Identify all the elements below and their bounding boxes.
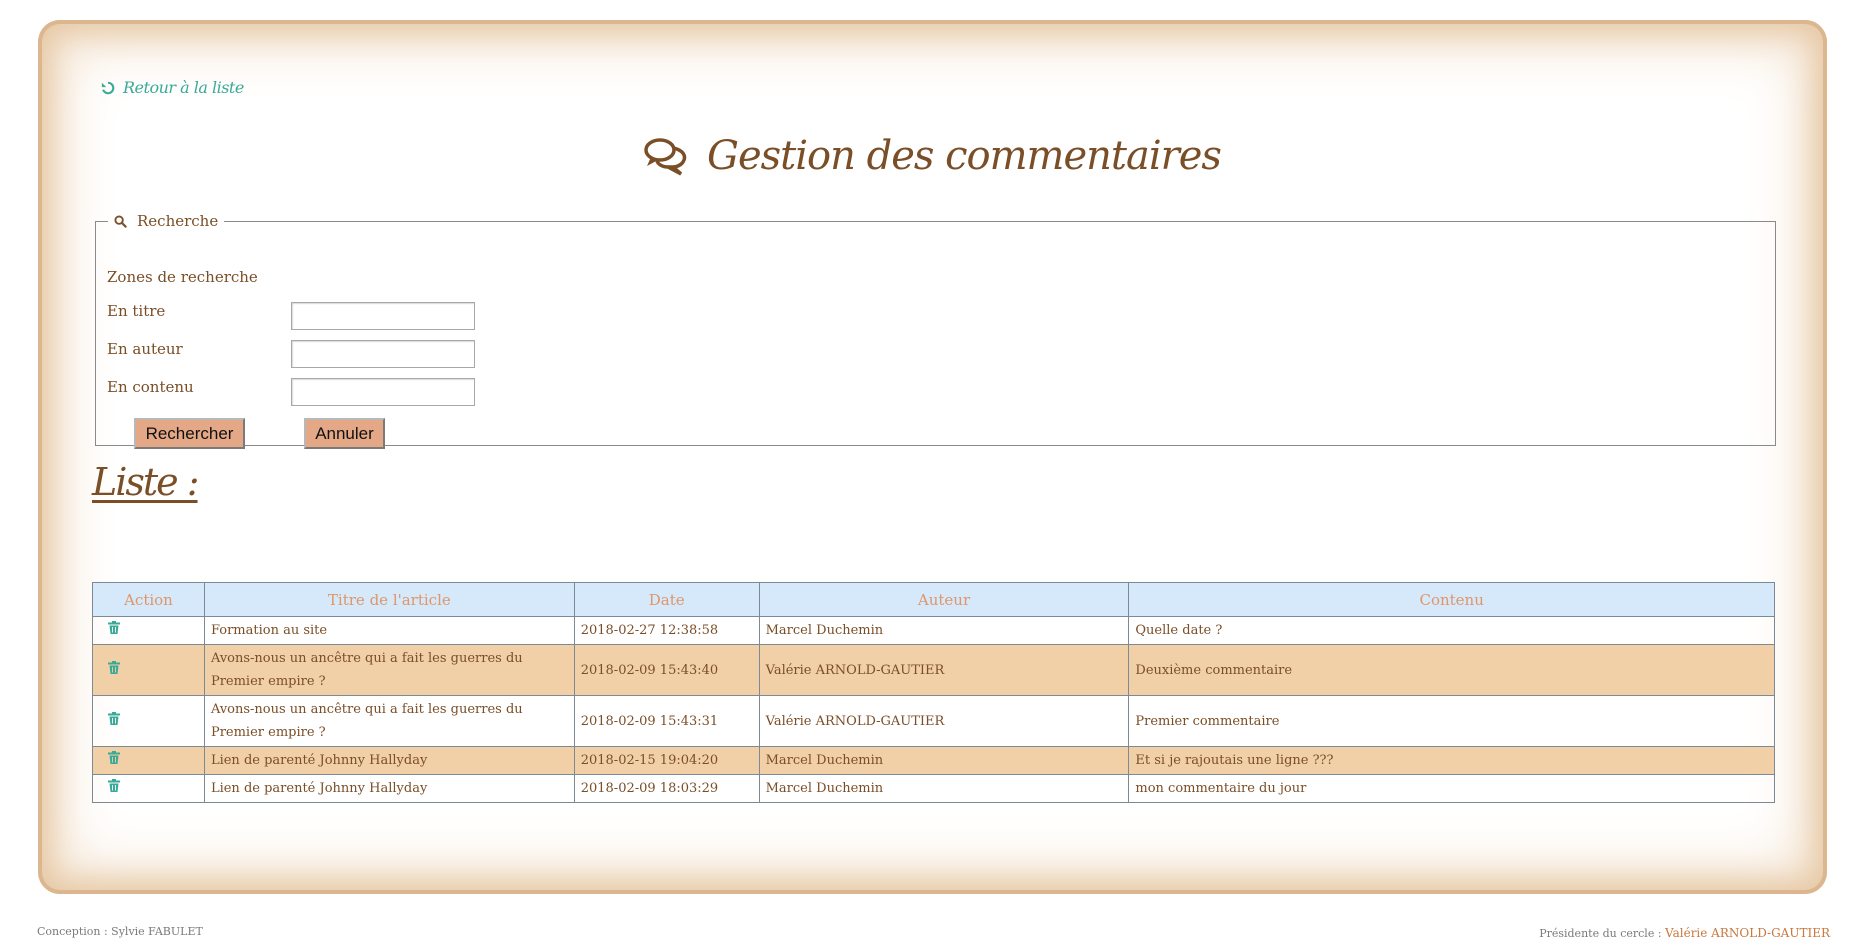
comments-table: Action Titre de l'article Date Auteur Co… xyxy=(92,582,1775,803)
trash-icon[interactable] xyxy=(108,749,120,772)
footer-president-prefix: Présidente du cercle : xyxy=(1539,927,1666,940)
author-cell: Valérie ARNOLD-GAUTIER xyxy=(758,695,1130,747)
search-zones-label: Zones de recherche xyxy=(107,268,258,286)
footer-president-name[interactable]: Valérie ARNOLD-GAUTIER xyxy=(1665,926,1830,940)
undo-icon xyxy=(101,81,115,94)
back-to-list-link[interactable]: Retour à la liste xyxy=(101,78,244,97)
title-cell: Avons-nous un ancêtre qui a fait les gue… xyxy=(203,695,575,747)
cancel-button[interactable]: Annuler xyxy=(304,418,385,449)
content-cell: Quelle date ? xyxy=(1128,616,1775,645)
comments-icon xyxy=(644,138,687,176)
column-header-content[interactable]: Contenu xyxy=(1128,582,1775,617)
column-header-action[interactable]: Action xyxy=(92,582,205,617)
list-heading-text: Liste : xyxy=(92,460,200,504)
title-cell: Lien de parenté Johnny Hallyday xyxy=(203,746,575,775)
search-icon xyxy=(114,214,127,228)
column-header-author[interactable]: Auteur xyxy=(758,582,1130,617)
trash-icon[interactable] xyxy=(108,710,120,733)
date-cell: 2018-02-27 12:38:58 xyxy=(573,616,760,645)
author-cell: Marcel Duchemin xyxy=(758,746,1130,775)
content-cell: Premier commentaire xyxy=(1128,695,1775,747)
table-row: Lien de parenté Johnny Hallyday 2018-02-… xyxy=(92,746,1775,775)
trash-icon[interactable] xyxy=(108,659,120,682)
page-title: Gestion des commentaires xyxy=(0,126,1864,186)
table-row: Formation au site 2018-02-27 12:38:58 Ma… xyxy=(92,616,1775,645)
content-cell: mon commentaire du jour xyxy=(1128,774,1775,803)
content-cell: Deuxième commentaire xyxy=(1128,644,1775,696)
page-title-text: Gestion des commentaires xyxy=(707,133,1222,179)
search-legend: Recherche xyxy=(108,212,224,230)
action-cell xyxy=(92,616,205,645)
trash-icon[interactable] xyxy=(108,777,120,800)
date-cell: 2018-02-15 19:04:20 xyxy=(573,746,760,775)
title-cell: Avons-nous un ancêtre qui a fait les gue… xyxy=(203,644,575,696)
footer-president: Présidente du cercle : Valérie ARNOLD-GA… xyxy=(1539,926,1830,940)
table-row: Avons-nous un ancêtre qui a fait les gue… xyxy=(92,695,1775,747)
title-search-input[interactable] xyxy=(291,302,475,330)
back-to-list-label: Retour à la liste xyxy=(123,78,244,97)
search-button[interactable]: Rechercher xyxy=(134,418,245,449)
column-header-date[interactable]: Date xyxy=(573,582,760,617)
author-field-label: En auteur xyxy=(107,340,183,358)
search-panel: Recherche Zones de recherche En titre En… xyxy=(95,212,1776,449)
action-cell xyxy=(92,695,205,747)
content-cell: Et si je rajoutais une ligne ??? xyxy=(1128,746,1775,775)
title-cell: Formation au site xyxy=(203,616,575,645)
author-cell: Marcel Duchemin xyxy=(758,774,1130,803)
content-search-input[interactable] xyxy=(291,378,475,406)
author-cell: Marcel Duchemin xyxy=(758,616,1130,645)
list-heading: Liste : xyxy=(92,460,200,504)
column-header-title[interactable]: Titre de l'article xyxy=(203,582,575,617)
search-legend-label: Recherche xyxy=(137,212,219,230)
action-cell xyxy=(92,774,205,803)
content-field-label: En contenu xyxy=(107,378,194,396)
date-cell: 2018-02-09 18:03:29 xyxy=(573,774,760,803)
action-cell xyxy=(92,644,205,696)
action-cell xyxy=(92,746,205,775)
trash-icon[interactable] xyxy=(108,619,120,642)
author-cell: Valérie ARNOLD-GAUTIER xyxy=(758,644,1130,696)
footer-credit: Conception : Sylvie FABULET xyxy=(37,925,203,938)
author-search-input[interactable] xyxy=(291,340,475,368)
table-row: Lien de parenté Johnny Hallyday 2018-02-… xyxy=(92,774,1775,803)
title-cell: Lien de parenté Johnny Hallyday xyxy=(203,774,575,803)
title-field-label: En titre xyxy=(107,302,166,320)
table-row: Avons-nous un ancêtre qui a fait les gue… xyxy=(92,644,1775,696)
date-cell: 2018-02-09 15:43:40 xyxy=(573,644,760,696)
date-cell: 2018-02-09 15:43:31 xyxy=(573,695,760,747)
table-header-row: Action Titre de l'article Date Auteur Co… xyxy=(92,582,1775,617)
